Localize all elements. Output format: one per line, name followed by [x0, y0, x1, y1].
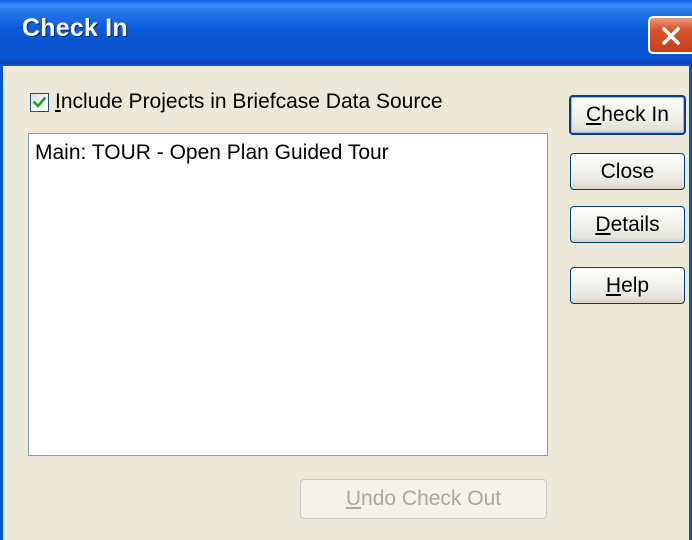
window-frame-left: [0, 64, 3, 540]
close-button[interactable]: Close: [570, 153, 685, 190]
include-projects-label[interactable]: Include Projects in Briefcase Data Sourc…: [55, 90, 443, 114]
title-bar[interactable]: Check In: [0, 0, 692, 66]
check-in-dialog: Check In Include Projects in Briefcase D…: [0, 0, 692, 540]
include-projects-option[interactable]: Include Projects in Briefcase Data Sourc…: [30, 90, 443, 114]
include-projects-checkbox[interactable]: [30, 92, 49, 112]
list-item[interactable]: Main: TOUR - Open Plan Guided Tour: [35, 141, 389, 165]
details-button[interactable]: Details: [570, 206, 685, 243]
help-button[interactable]: Help: [570, 267, 685, 304]
projects-listbox[interactable]: Main: TOUR - Open Plan Guided Tour: [28, 133, 548, 456]
undo-check-out-button[interactable]: Undo Check Out: [300, 479, 547, 519]
window-title: Check In: [22, 14, 128, 42]
close-window-button[interactable]: [648, 16, 692, 54]
check-in-button[interactable]: Check In: [569, 95, 686, 135]
